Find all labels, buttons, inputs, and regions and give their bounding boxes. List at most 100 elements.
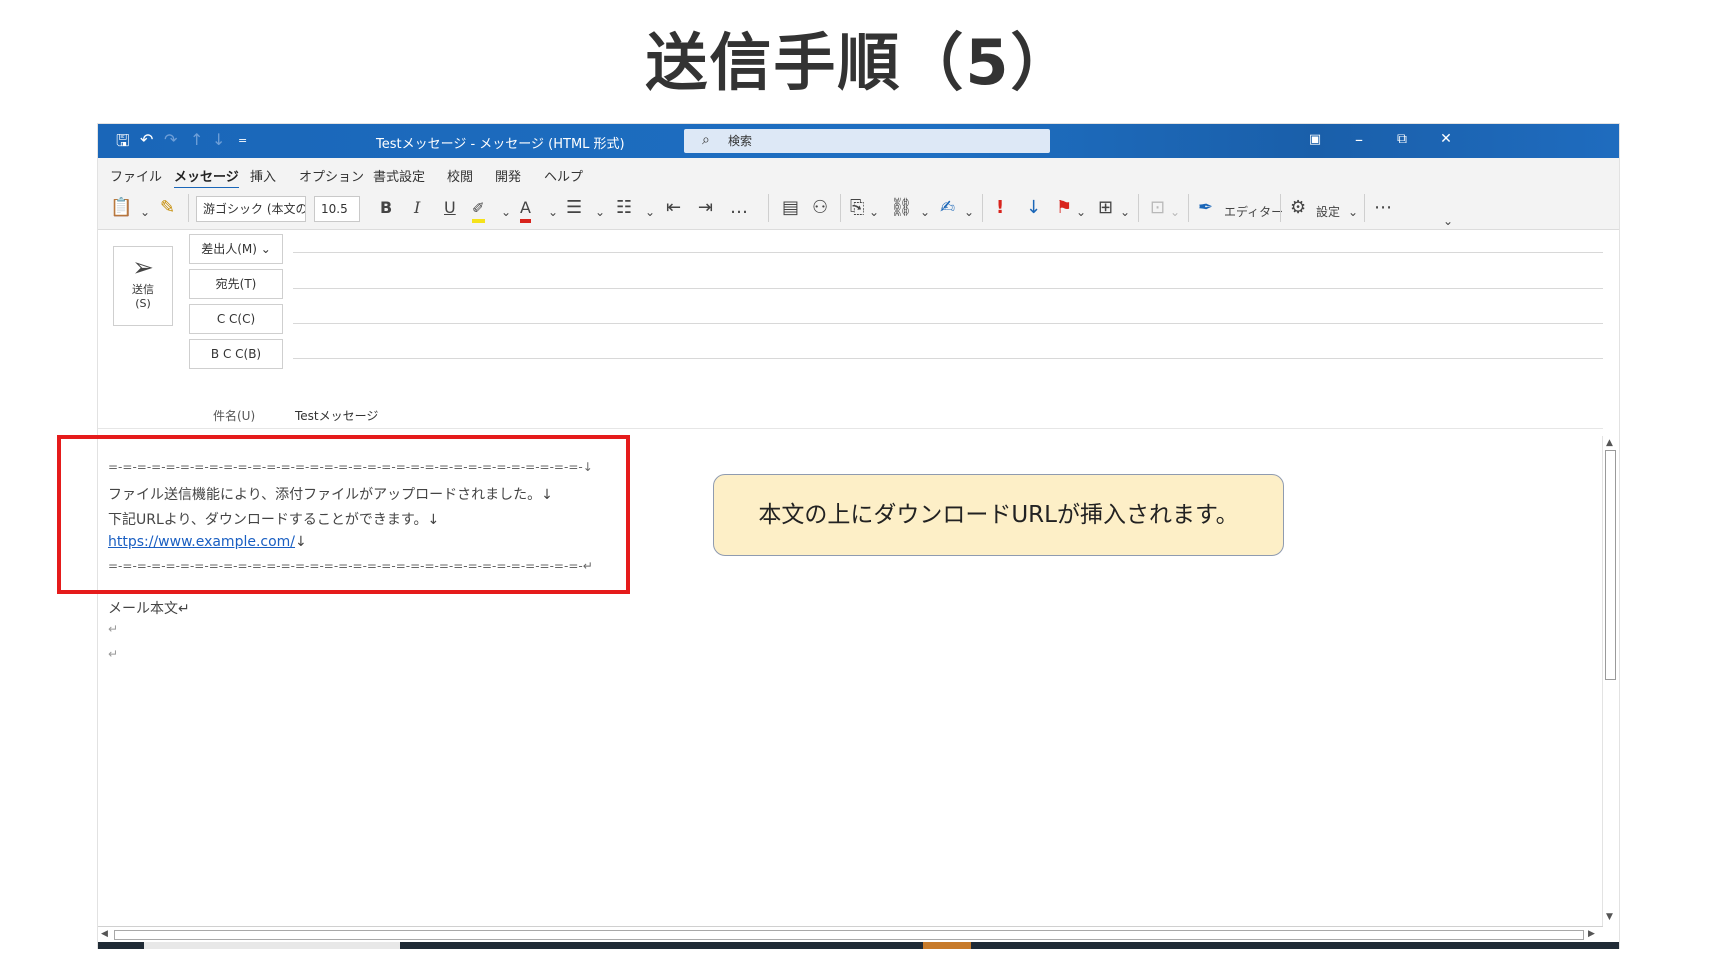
font-color-dropdown-icon[interactable]: ⌄ bbox=[548, 201, 558, 223]
ribbon-separator bbox=[768, 194, 769, 222]
vertical-scrollbar[interactable]: ▲ ▼ bbox=[1602, 436, 1618, 926]
ribbon-separator bbox=[1280, 194, 1281, 222]
tab-help[interactable]: ヘルプ bbox=[544, 166, 583, 185]
horizontal-scrollbar-track[interactable] bbox=[114, 930, 1584, 940]
subject-label: 件名(U) bbox=[213, 409, 256, 423]
flag-icon[interactable]: ⚑ bbox=[1056, 197, 1072, 219]
subject-field[interactable]: Testメッセージ bbox=[295, 407, 378, 424]
highlighter-icon[interactable]: ✐ bbox=[472, 197, 485, 223]
editor-icon[interactable]: ✒ bbox=[1198, 197, 1213, 219]
highlight-dropdown-icon[interactable]: ⌄ bbox=[501, 201, 511, 223]
paste-icon[interactable]: 📋 bbox=[110, 197, 132, 219]
from-button[interactable]: 差出人(M) ⌄ bbox=[189, 234, 283, 264]
link-icon[interactable]: ⛓ bbox=[890, 197, 913, 219]
sensitivity-icon: ⊡ bbox=[1150, 197, 1166, 218]
tab-format[interactable]: 書式設定 bbox=[373, 166, 425, 185]
title-bar: 🖫 ↶ ↷ ↑ ↓ = Testメッセージ - メッセージ (HTML 形式) … bbox=[98, 124, 1619, 158]
bold-button[interactable]: B bbox=[380, 197, 392, 219]
menu-bar: ファイル メッセージ 挿入 オプション 書式設定 校閲 開発 ヘルプ bbox=[98, 158, 1619, 190]
bcc-button[interactable]: B C C(B) bbox=[189, 339, 283, 369]
italic-button[interactable]: I bbox=[414, 197, 420, 219]
numbering-dropdown-icon[interactable]: ⌄ bbox=[645, 201, 655, 223]
tab-developer[interactable]: 開発 bbox=[495, 166, 521, 185]
numbering-icon[interactable]: ☷ bbox=[616, 197, 632, 219]
scroll-up-icon[interactable]: ▲ bbox=[1606, 438, 1613, 448]
outdent-icon[interactable]: ⇤ bbox=[666, 197, 681, 219]
editor-label[interactable]: エディター bbox=[1224, 201, 1283, 223]
up-icon[interactable]: ↑ bbox=[190, 130, 203, 149]
body-line-empty-2: ↵ bbox=[108, 647, 119, 661]
down-icon[interactable]: ↓ bbox=[212, 130, 225, 149]
quick-access-more-icon[interactable]: = bbox=[238, 134, 247, 147]
check-names-icon[interactable]: ⚇ bbox=[812, 197, 828, 219]
tab-review[interactable]: 校閲 bbox=[447, 166, 473, 185]
window-title: Testメッセージ - メッセージ (HTML 形式) bbox=[376, 137, 625, 152]
minimize-button[interactable]: – bbox=[1347, 130, 1371, 149]
cc-button[interactable]: C C(C) bbox=[189, 304, 283, 334]
search-box[interactable]: ⌕ bbox=[684, 129, 1050, 153]
undo-icon[interactable]: ↶ bbox=[140, 130, 153, 149]
ribbon-display-icon[interactable]: ▣ bbox=[1303, 132, 1327, 147]
font-name-select[interactable]: 游ゴシック (本文の bbox=[196, 196, 306, 222]
underline-button[interactable]: U bbox=[444, 197, 456, 219]
highlight-box bbox=[57, 435, 630, 594]
bullets-dropdown-icon[interactable]: ⌄ bbox=[595, 201, 605, 223]
cc-field[interactable] bbox=[293, 323, 1603, 324]
save-icon[interactable]: 🖫 bbox=[116, 130, 130, 157]
importance-high-button[interactable]: ! bbox=[996, 197, 1004, 219]
ribbon-separator bbox=[1364, 194, 1365, 222]
to-field[interactable] bbox=[293, 288, 1603, 289]
attach-dropdown-icon[interactable]: ⌄ bbox=[869, 201, 879, 223]
font-size-select[interactable]: 10.5 bbox=[314, 196, 360, 222]
ribbon-separator bbox=[188, 194, 189, 222]
send-label: 送信 bbox=[132, 283, 154, 296]
attach-icon[interactable]: ⎘ bbox=[850, 197, 864, 219]
tab-options[interactable]: オプション bbox=[299, 166, 364, 185]
format-painter-icon[interactable]: ✎ bbox=[160, 197, 175, 219]
importance-low-button[interactable]: ↓ bbox=[1026, 197, 1041, 219]
link-dropdown-icon[interactable]: ⌄ bbox=[920, 201, 930, 223]
body-line-mail-text: メール本文↵ bbox=[108, 601, 190, 617]
send-shortcut-label: (S) bbox=[135, 297, 151, 310]
tags-dropdown-icon[interactable]: ⌄ bbox=[1120, 201, 1130, 223]
taskbar-segment bbox=[923, 942, 971, 949]
tags-icon[interactable]: ⊞ bbox=[1098, 197, 1113, 219]
redo-icon[interactable]: ↷ bbox=[164, 130, 177, 149]
settings-dropdown-icon[interactable]: ⌄ bbox=[1348, 201, 1358, 223]
signature-dropdown-icon[interactable]: ⌄ bbox=[964, 201, 974, 223]
body-line-empty-1: ↵ bbox=[108, 622, 119, 636]
scroll-down-icon[interactable]: ▼ bbox=[1606, 912, 1613, 922]
to-button[interactable]: 宛先(T) bbox=[189, 269, 283, 299]
scrollbar-thumb[interactable] bbox=[1605, 450, 1616, 680]
horizontal-scrollbar[interactable]: ◀ ▶ bbox=[98, 926, 1603, 942]
ribbon-collapse-icon[interactable]: ⌄ bbox=[1443, 210, 1453, 232]
scroll-left-icon[interactable]: ◀ bbox=[101, 929, 108, 939]
ribbon-toolbar: 📋 ⌄ ✎ 游ゴシック (本文の 10.5 B I U ✐ ⌄ A ⌄ ☰ ⌄ … bbox=[98, 188, 1619, 230]
scroll-right-icon[interactable]: ▶ bbox=[1588, 929, 1595, 939]
search-input[interactable] bbox=[728, 132, 1028, 150]
ribbon-separator bbox=[982, 194, 983, 222]
signature-icon[interactable]: ✍ bbox=[940, 197, 955, 219]
tab-insert[interactable]: 挿入 bbox=[250, 166, 276, 185]
from-field[interactable] bbox=[293, 252, 1603, 253]
header-divider bbox=[98, 428, 1603, 429]
flag-dropdown-icon[interactable]: ⌄ bbox=[1076, 201, 1086, 223]
ribbon-separator bbox=[1188, 194, 1189, 222]
indent-icon[interactable]: ⇥ bbox=[698, 197, 713, 219]
bullets-icon[interactable]: ☰ bbox=[566, 197, 582, 219]
close-button[interactable]: ✕ bbox=[1434, 131, 1458, 147]
settings-icon[interactable]: ⚙ bbox=[1290, 197, 1306, 219]
taskbar-segment bbox=[144, 942, 400, 949]
sensitivity-dropdown-icon: ⌄ bbox=[1170, 205, 1181, 219]
tab-message[interactable]: メッセージ bbox=[174, 166, 239, 190]
paste-dropdown-icon[interactable]: ⌄ bbox=[140, 201, 150, 223]
font-color-button[interactable]: A bbox=[520, 197, 531, 223]
overflow-button[interactable]: ⋯ bbox=[1374, 197, 1392, 219]
restore-button[interactable]: ⧉ bbox=[1390, 131, 1414, 147]
bcc-field[interactable] bbox=[293, 358, 1603, 359]
address-book-icon[interactable]: ▤ bbox=[782, 197, 799, 219]
send-button[interactable]: ➢ 送信 (S) bbox=[113, 246, 173, 326]
tab-file[interactable]: ファイル bbox=[110, 166, 162, 185]
settings-label[interactable]: 設定 bbox=[1316, 201, 1340, 223]
more-formatting-button[interactable]: … bbox=[730, 197, 748, 219]
